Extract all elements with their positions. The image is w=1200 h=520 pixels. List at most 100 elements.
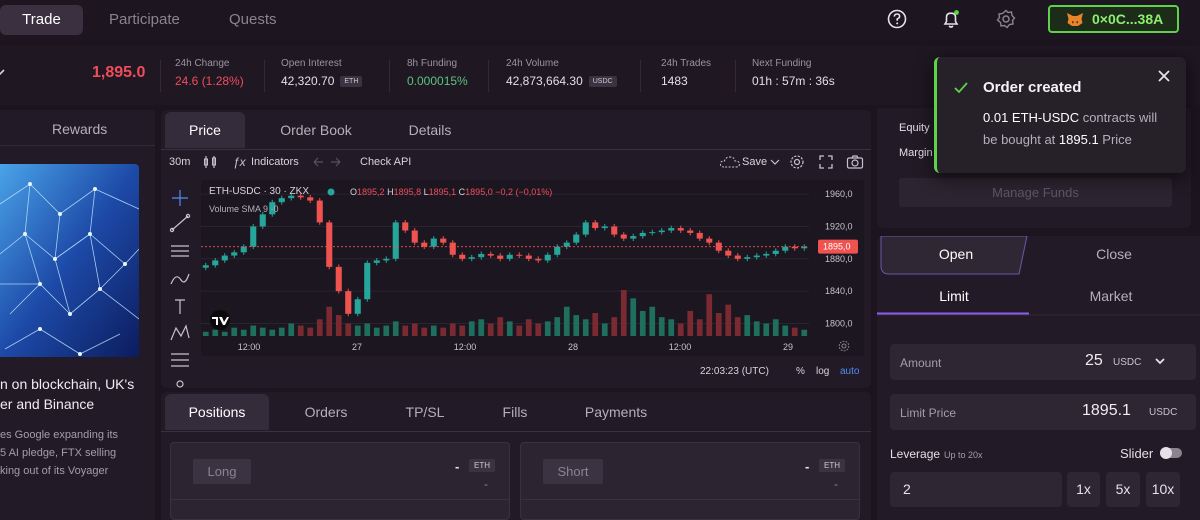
wallet-button[interactable]: 0×0C...38A [1048,5,1179,33]
divider [171,499,509,500]
x-tick-label: 12:00 [669,342,692,352]
candle [582,222,589,235]
fullscreen-icon[interactable] [818,154,834,170]
candle [535,258,542,261]
candle [487,253,494,256]
amount-value[interactable]: 25 [1085,352,1103,370]
x-tick-label: 12:00 [238,342,261,352]
camera-icon[interactable] [846,154,864,170]
chevron-down-icon[interactable] [770,158,780,166]
volume-bar [383,325,390,336]
tab-price[interactable]: Price [165,112,245,148]
undo-redo-icons[interactable] [312,156,342,168]
leverage-1x-button[interactable]: 1x [1067,472,1100,507]
short-button[interactable]: Short [543,459,603,484]
last-price-label: 1895,0 [823,242,851,252]
save-button[interactable]: Save [742,156,767,168]
tradingview-logo-icon[interactable] [207,310,233,330]
asset-badge: USDC [588,76,617,88]
leverage-10x-button[interactable]: 10x [1146,472,1180,507]
candle [411,230,418,243]
nav-tab-quests[interactable]: Quests [229,5,277,35]
limit-price-value[interactable]: 1895.1 [1082,402,1131,420]
candle [620,234,627,239]
interval-select[interactable]: 30m [169,156,190,168]
asset-badge: ETH [469,459,495,472]
toggle-knob [1160,447,1172,459]
tab-rewards[interactable]: Rewards [52,121,107,137]
volume-bar [525,319,532,336]
chart-options-gear-icon[interactable] [838,340,850,352]
leverage-input[interactable]: 2 [890,472,1062,507]
volume-bar [449,323,456,336]
market-open-dot-icon [327,188,335,196]
help-icon[interactable] [886,8,908,30]
candle [421,242,428,247]
nav-tab-trade[interactable]: Trade [0,5,83,35]
volume-bar [269,329,276,336]
manage-funds-button[interactable]: Manage Funds [899,178,1172,207]
news-panel: Rewards n on blockchain, UK's er and Bin… [0,110,155,520]
cloud-icon [719,156,741,168]
tab-limit[interactable]: Limit [915,288,993,304]
tab-order-book[interactable]: Order Book [270,112,362,148]
tab-tp-sl[interactable]: TP/SL [394,394,456,430]
stat-label-next-funding: Next Funding [752,58,812,69]
volume-bar [639,310,646,336]
candle [231,252,238,256]
volume-bar [373,327,380,336]
candle [402,222,409,231]
chevron-down-icon[interactable] [0,66,6,78]
long-button[interactable]: Long [193,459,251,484]
chart-settings-icon[interactable] [789,154,805,170]
stat-label-24h-trades: 24h Trades [661,58,712,69]
tab-orders[interactable]: Orders [278,394,374,430]
volume-bar [592,313,599,336]
candle [573,234,580,243]
leverage-5x-button[interactable]: 5x [1106,472,1140,507]
drawing-tools[interactable] [166,184,194,388]
scale-log-toggle[interactable]: log [816,366,829,377]
tab-market[interactable]: Market [1072,288,1150,304]
tab-close[interactable]: Close [1075,246,1153,262]
stat-value-24h-change: 24.6 (1.28%) [175,74,244,88]
slider-toggle[interactable] [1160,447,1182,459]
volume-bar [440,327,447,336]
tab-positions[interactable]: Positions [165,394,269,430]
volume-bar [801,329,808,336]
news-image[interactable] [0,164,139,357]
stat-label-8h-funding: 8h Funding [407,58,458,69]
long-position-card[interactable]: Long - ETH - [170,442,510,520]
indicators-button[interactable]: Indicators [251,156,299,168]
volume-bar [677,323,684,336]
check-api-button[interactable]: Check API [360,156,411,168]
gear-icon[interactable] [995,8,1017,30]
candle [221,255,228,261]
limit-price-field[interactable]: Limit Price 1895.1 USDC [890,394,1196,430]
volume-bar [563,306,570,336]
chevron-down-icon[interactable] [1154,356,1166,366]
tab-details[interactable]: Details [393,112,467,148]
amount-field[interactable]: Amount 25 USDC [890,344,1196,380]
scale-auto-toggle[interactable]: auto [840,366,859,377]
close-icon[interactable] [1157,69,1171,83]
news-headline[interactable]: n on blockchain, UK's er and Binance [0,374,134,414]
tab-payments[interactable]: Payments [576,394,656,430]
volume-bar [335,315,342,336]
bell-icon[interactable] [940,8,962,30]
scale-percent-toggle[interactable]: % [796,366,805,377]
price-chart[interactable]: 1960,0 1920,0 1880,0 1840,0 1800,0 1895,0 12:0… [201,180,864,356]
volume-bar [715,313,722,336]
amount-label: Amount [900,356,942,370]
candle [459,254,466,259]
nav-tab-participate[interactable]: Participate [109,5,180,35]
volume-bar [307,327,314,336]
candle [345,291,352,314]
tab-fills[interactable]: Fills [490,394,540,430]
tab-open[interactable]: Open [917,246,995,262]
volume-bar [649,306,656,336]
toast-title: Order created [983,79,1082,96]
top-nav: Trade Participate Quests 0×0C...38A [0,0,1200,40]
short-position-card[interactable]: Short - ETH - [520,442,860,520]
candle-type-icon[interactable] [202,154,218,170]
